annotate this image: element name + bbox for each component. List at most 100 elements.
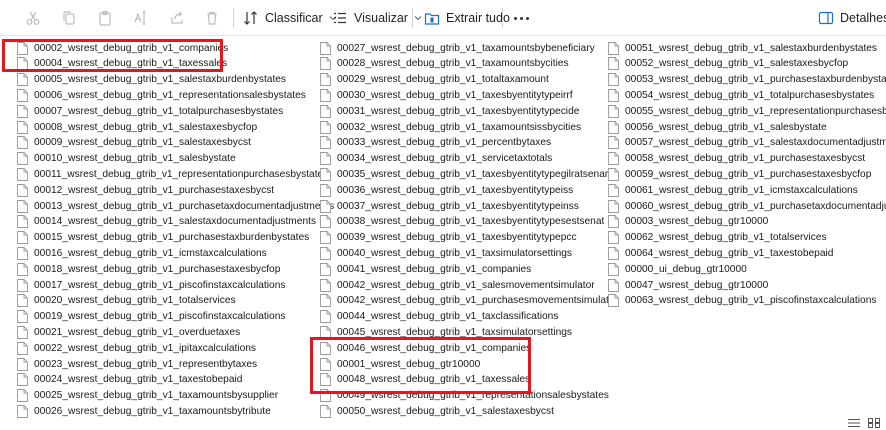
- file-item[interactable]: 00012_wsrest_debug_gtrib_v1_purchasestax…: [17, 182, 274, 198]
- file-item[interactable]: 00050_wsrest_debug_gtrib_v1_salestaxesby…: [320, 403, 554, 419]
- file-name: 00047_wsrest_debug_gtr10000: [625, 279, 769, 291]
- file-name: 00010_wsrest_debug_gtrib_v1_salesbystate: [34, 153, 236, 165]
- file-icon: [17, 278, 28, 292]
- file-item[interactable]: 00041_wsrest_debug_gtrib_v1_companies: [320, 261, 531, 277]
- file-item[interactable]: 00054_wsrest_debug_gtrib_v1_totalpurchas…: [608, 87, 874, 103]
- details-button[interactable]: Detalhes: [818, 8, 886, 28]
- file-item[interactable]: 00051_wsrest_debug_gtrib_v1_salestaxburd…: [608, 40, 877, 56]
- file-item[interactable]: 00063_wsrest_debug_gtrib_v1_piscofinstax…: [608, 293, 876, 309]
- file-item[interactable]: 00005_wsrest_debug_gtrib_v1_salestaxburd…: [17, 72, 286, 88]
- file-name: 00042_wsrest_debug_gtrib_v1_purchasesmov…: [337, 295, 618, 307]
- file-name: 00026_wsrest_debug_gtrib_v1_taxamountsby…: [34, 405, 271, 417]
- file-item[interactable]: 00064_wsrest_debug_gtrib_v1_taxestobepai…: [608, 245, 833, 261]
- file-item[interactable]: 00059_wsrest_debug_gtrib_v1_purchasestax…: [608, 166, 871, 182]
- file-name: 00063_wsrest_debug_gtrib_v1_piscofinstax…: [625, 295, 877, 307]
- file-item[interactable]: 00057_wsrest_debug_gtrib_v1_salestaxdocu…: [608, 135, 886, 151]
- file-icon: [608, 246, 619, 260]
- file-item[interactable]: 00019_wsrest_debug_gtrib_v1_piscofinstax…: [17, 309, 285, 325]
- file-name: 00056_wsrest_debug_gtrib_v1_salesbystate: [625, 121, 827, 133]
- file-item[interactable]: 00042_wsrest_debug_gtrib_v1_purchasesmov…: [320, 293, 618, 309]
- file-item[interactable]: 00055_wsrest_debug_gtrib_v1_representati…: [608, 103, 886, 119]
- file-item[interactable]: 00016_wsrest_debug_gtrib_v1_icmstaxcalcu…: [17, 245, 267, 261]
- sort-button[interactable]: Classificar: [243, 8, 337, 28]
- file-name: 00030_wsrest_debug_gtrib_v1_taxesbyentit…: [337, 89, 573, 101]
- file-item[interactable]: 00034_wsrest_debug_gtrib_v1_servicetaxto…: [320, 151, 552, 167]
- file-item[interactable]: 00037_wsrest_debug_gtrib_v1_taxesbyentit…: [320, 198, 579, 214]
- file-item[interactable]: 00024_wsrest_debug_gtrib_v1_taxestobepai…: [17, 372, 242, 388]
- file-item[interactable]: 00020_wsrest_debug_gtrib_v1_totalservice…: [17, 293, 236, 309]
- file-name: 00036_wsrest_debug_gtrib_v1_taxesbyentit…: [337, 184, 574, 196]
- file-item[interactable]: 00062_wsrest_debug_gtrib_v1_totalservice…: [608, 230, 827, 246]
- file-icon: [608, 104, 619, 118]
- file-item[interactable]: 00007_wsrest_debug_gtrib_v1_totalpurchas…: [17, 103, 283, 119]
- extract-all-button[interactable]: Extrair tudo: [424, 8, 510, 28]
- file-item[interactable]: 00061_wsrest_debug_gtrib_v1_icmstaxcalcu…: [608, 182, 858, 198]
- paste-icon[interactable]: [96, 9, 114, 27]
- more-icon[interactable]: [512, 9, 530, 27]
- file-item[interactable]: 00035_wsrest_debug_gtrib_v1_taxesbyentit…: [320, 166, 608, 182]
- copy-icon[interactable]: [60, 9, 78, 27]
- file-item[interactable]: 00008_wsrest_debug_gtrib_v1_salestaxesby…: [17, 119, 257, 135]
- file-item[interactable]: 00010_wsrest_debug_gtrib_v1_salesbystate: [17, 151, 236, 167]
- file-item[interactable]: 00060_wsrest_debug_gtrib_v1_purchasetaxd…: [608, 198, 886, 214]
- file-item[interactable]: 00017_wsrest_debug_gtrib_v1_piscofinstax…: [17, 277, 285, 293]
- file-item[interactable]: 00026_wsrest_debug_gtrib_v1_taxamountsby…: [17, 403, 271, 419]
- file-item[interactable]: 00006_wsrest_debug_gtrib_v1_representati…: [17, 87, 306, 103]
- file-name: 00015_wsrest_debug_gtrib_v1_purchasestax…: [34, 232, 310, 244]
- file-item[interactable]: 00018_wsrest_debug_gtrib_v1_purchasestax…: [17, 261, 280, 277]
- file-name: 00020_wsrest_debug_gtrib_v1_totalservice…: [34, 295, 236, 307]
- file-name: 00014_wsrest_debug_gtrib_v1_salestaxdocu…: [34, 216, 317, 228]
- file-icon: [17, 120, 28, 134]
- file-icon: [320, 57, 331, 71]
- file-item[interactable]: 00038_wsrest_debug_gtrib_v1_taxesbyentit…: [320, 214, 604, 230]
- tiles-view-icon[interactable]: [868, 418, 880, 428]
- cut-icon[interactable]: [24, 9, 42, 27]
- file-icon: [17, 325, 28, 339]
- file-item[interactable]: 00056_wsrest_debug_gtrib_v1_salesbystate: [608, 119, 827, 135]
- file-icon: [17, 262, 28, 276]
- view-button[interactable]: Visualizar: [332, 8, 422, 28]
- details-view-icon[interactable]: [848, 418, 860, 428]
- file-item[interactable]: 00027_wsrest_debug_gtrib_v1_taxamountsby…: [320, 40, 595, 56]
- file-item[interactable]: 00033_wsrest_debug_gtrib_v1_percentbytax…: [320, 135, 551, 151]
- file-item[interactable]: 00030_wsrest_debug_gtrib_v1_taxesbyentit…: [320, 87, 573, 103]
- file-item[interactable]: 00000_ui_debug_gtr10000: [608, 261, 747, 277]
- file-item[interactable]: 00040_wsrest_debug_gtrib_v1_taxsimulator…: [320, 245, 572, 261]
- file-name: 00038_wsrest_debug_gtrib_v1_taxesbyentit…: [337, 216, 605, 228]
- file-icon: [320, 104, 331, 118]
- file-item[interactable]: 00023_wsrest_debug_gtrib_v1_representbyt…: [17, 356, 257, 372]
- file-icon: [608, 294, 619, 308]
- file-icon: [608, 120, 619, 134]
- file-item[interactable]: 00025_wsrest_debug_gtrib_v1_taxamountsby…: [17, 388, 278, 404]
- file-item[interactable]: 00039_wsrest_debug_gtrib_v1_taxesbyentit…: [320, 230, 577, 246]
- file-item[interactable]: 00011_wsrest_debug_gtrib_v1_representati…: [17, 166, 328, 182]
- file-item[interactable]: 00058_wsrest_debug_gtrib_v1_purchasestax…: [608, 151, 865, 167]
- file-icon: [17, 167, 28, 181]
- file-icon: [608, 262, 619, 276]
- rename-icon[interactable]: [132, 9, 150, 27]
- file-item[interactable]: 00013_wsrest_debug_gtrib_v1_purchasetaxd…: [17, 198, 334, 214]
- file-item[interactable]: 00032_wsrest_debug_gtrib_v1_taxamountsis…: [320, 119, 581, 135]
- share-icon[interactable]: [168, 9, 186, 27]
- file-item[interactable]: 00031_wsrest_debug_gtrib_v1_taxesbyentit…: [320, 103, 579, 119]
- file-item[interactable]: 00042_wsrest_debug_gtrib_v1_salesmovemen…: [320, 277, 595, 293]
- file-item[interactable]: 00052_wsrest_debug_gtrib_v1_salestaxesby…: [608, 56, 848, 72]
- file-name: 00044_wsrest_debug_gtrib_v1_taxclassific…: [337, 311, 559, 323]
- file-item[interactable]: 00028_wsrest_debug_gtrib_v1_taxamountsby…: [320, 56, 569, 72]
- toolbar-separator: [233, 8, 234, 28]
- file-item[interactable]: 00036_wsrest_debug_gtrib_v1_taxesbyentit…: [320, 182, 573, 198]
- file-item[interactable]: 00047_wsrest_debug_gtr10000: [608, 277, 768, 293]
- file-name: 00060_wsrest_debug_gtrib_v1_purchasetaxd…: [625, 200, 886, 212]
- file-item[interactable]: 00003_wsrest_debug_gtr10000: [608, 214, 768, 230]
- file-item[interactable]: 00009_wsrest_debug_gtrib_v1_salestaxesby…: [17, 135, 251, 151]
- file-item[interactable]: 00053_wsrest_debug_gtrib_v1_purchasestax…: [608, 72, 886, 88]
- file-icon: [320, 404, 331, 418]
- delete-icon[interactable]: [203, 9, 221, 27]
- file-item[interactable]: 00029_wsrest_debug_gtrib_v1_totaltaxamou…: [320, 72, 549, 88]
- file-name: 00007_wsrest_debug_gtrib_v1_totalpurchas…: [34, 105, 284, 117]
- file-item[interactable]: 00022_wsrest_debug_gtrib_v1_ipitaxcalcul…: [17, 340, 256, 356]
- file-item[interactable]: 00021_wsrest_debug_gtrib_v1_overduetaxes: [17, 324, 240, 340]
- file-item[interactable]: 00015_wsrest_debug_gtrib_v1_purchasestax…: [17, 230, 309, 246]
- file-item[interactable]: 00044_wsrest_debug_gtrib_v1_taxclassific…: [320, 309, 558, 325]
- file-item[interactable]: 00014_wsrest_debug_gtrib_v1_salestaxdocu…: [17, 214, 316, 230]
